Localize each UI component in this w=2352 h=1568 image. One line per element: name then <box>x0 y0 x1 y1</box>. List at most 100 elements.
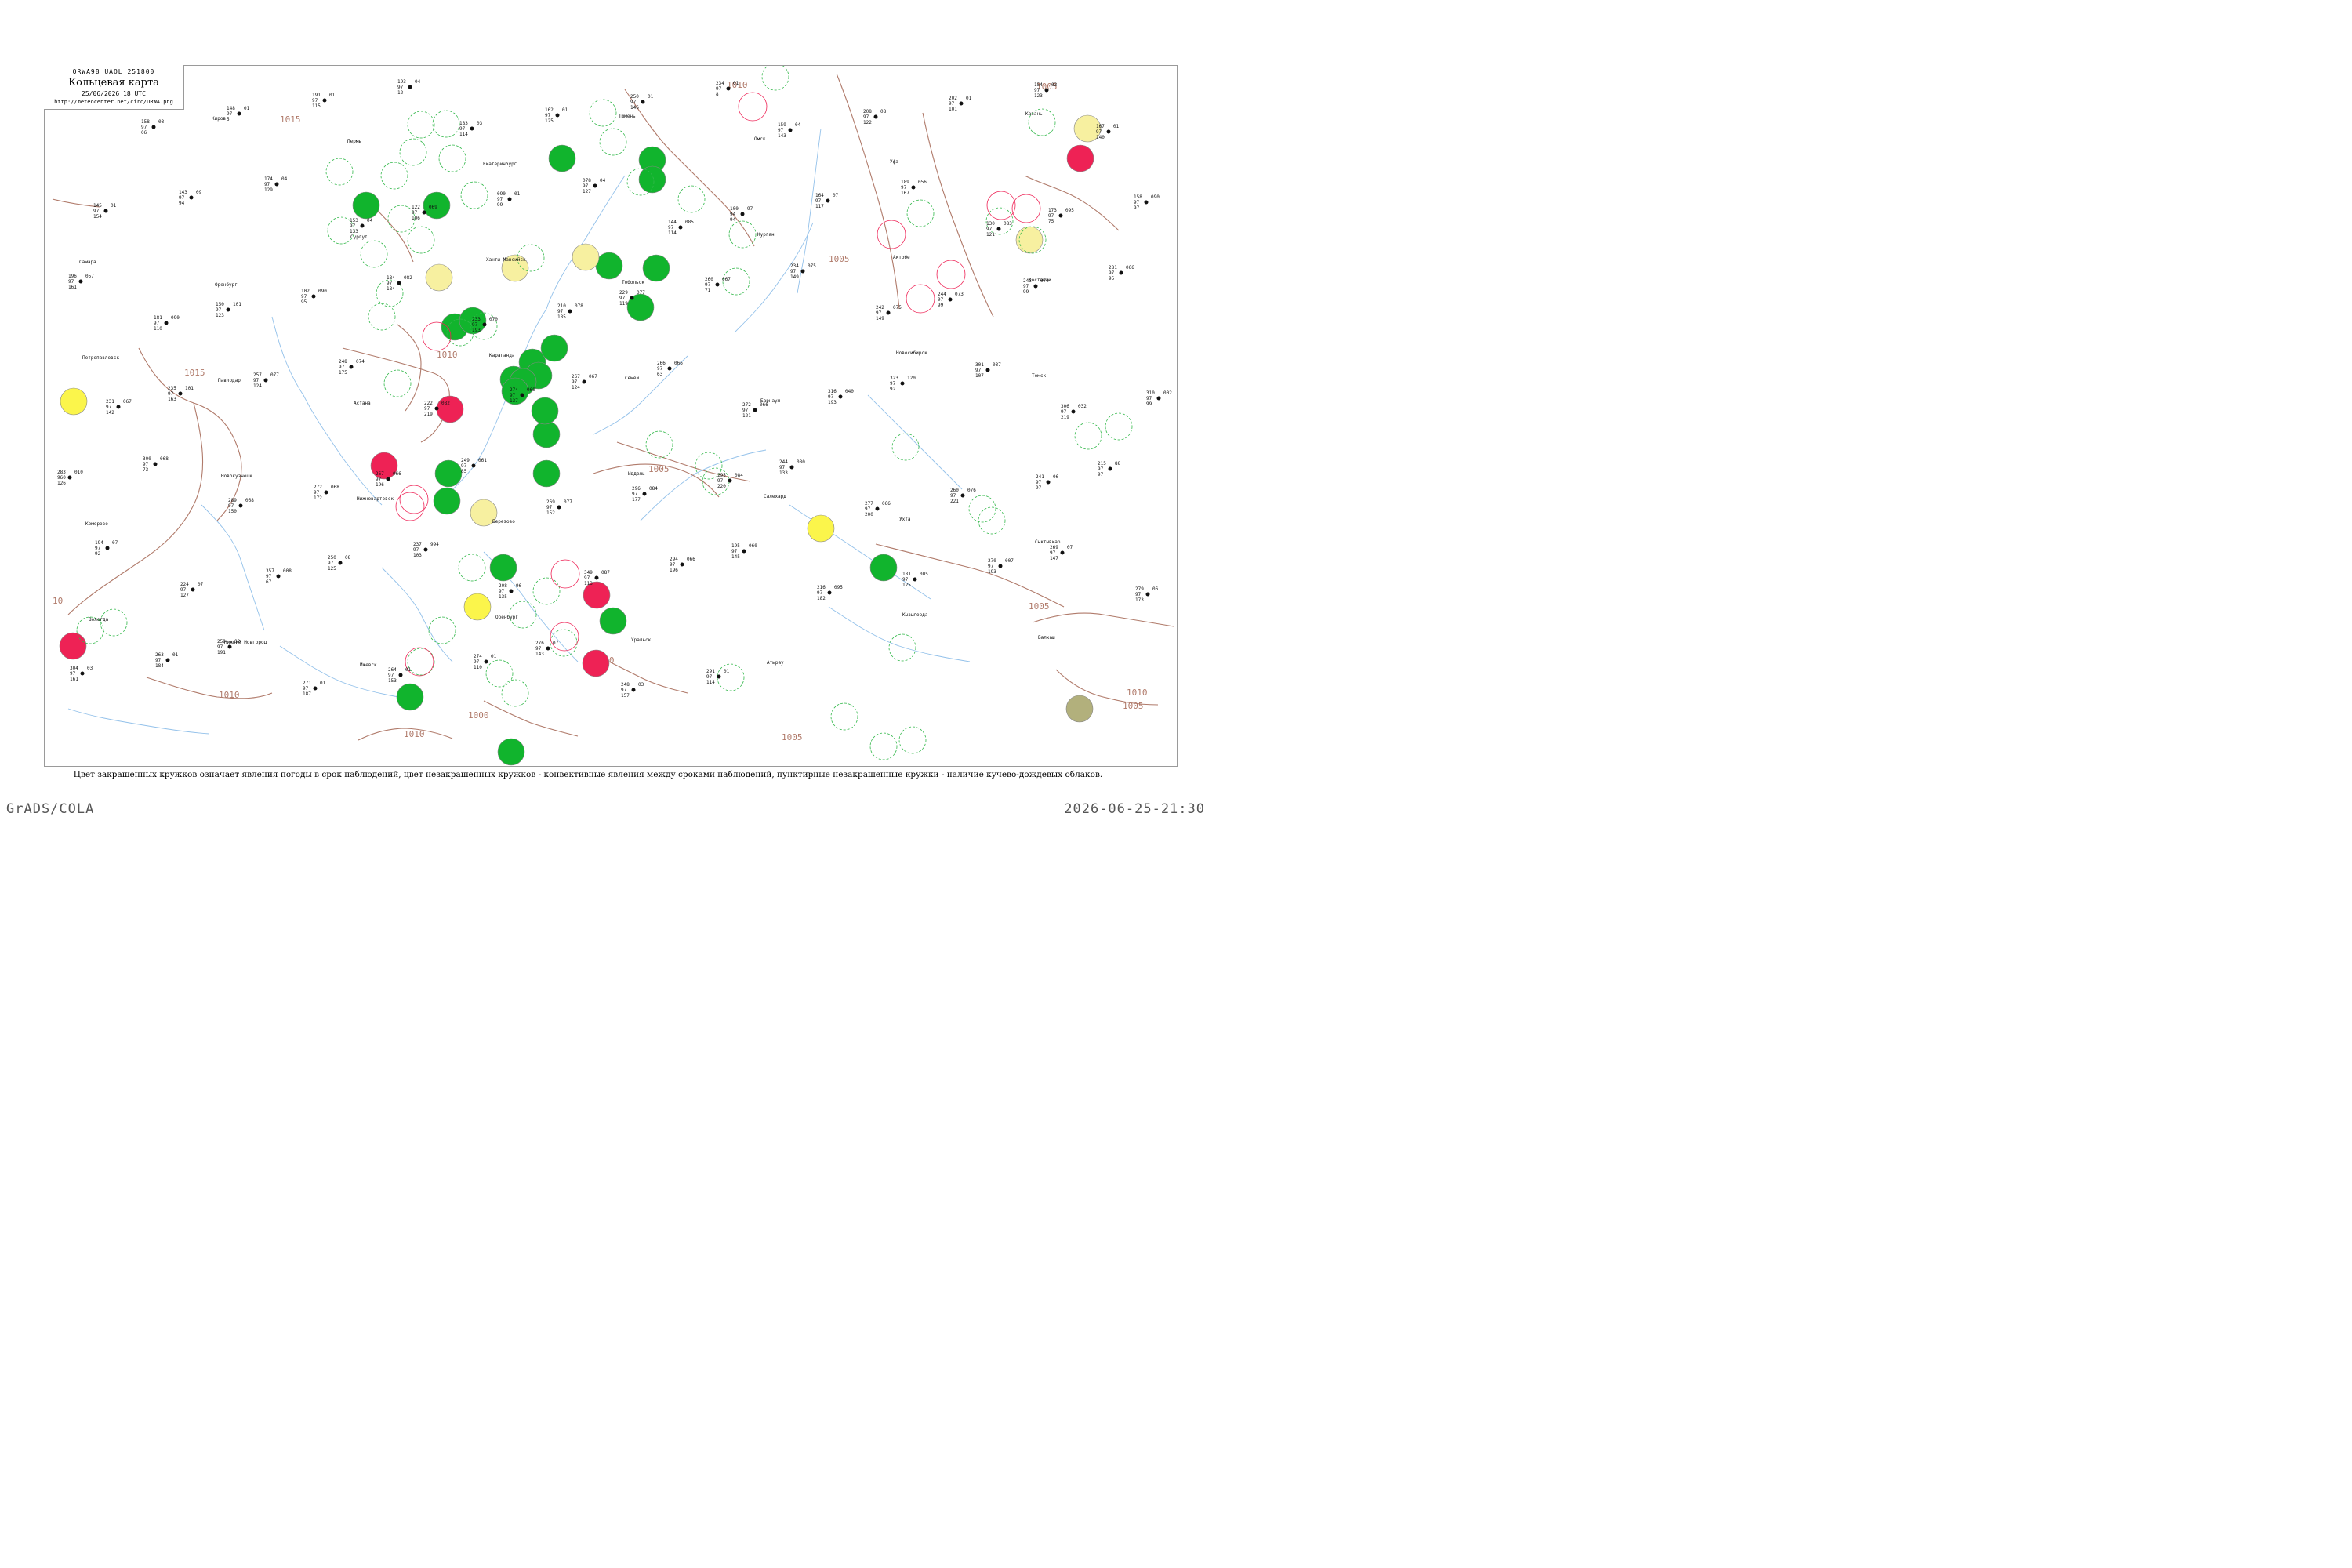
place-label: Семей <box>625 376 639 381</box>
station-pressure: 066 <box>393 471 401 477</box>
station-value: 97 <box>499 589 505 594</box>
station-value: 224 <box>180 582 189 587</box>
cb-cloud-ring <box>589 99 617 127</box>
station-pressure: 01 <box>329 93 336 98</box>
cloud-cover-icon <box>1145 592 1150 597</box>
station-pressure: 101 <box>233 302 241 307</box>
station-value: 97 <box>1134 205 1140 211</box>
station-value: 196 <box>670 568 678 573</box>
weather-circle-green <box>599 607 627 635</box>
weather-circle-green <box>434 459 463 488</box>
station-value: 122 <box>412 205 420 210</box>
cloud-cover-icon <box>434 406 439 411</box>
cloud-cover-icon <box>900 381 905 386</box>
map-area: 1015101510101010100510051005101010051010… <box>44 65 1178 767</box>
weather-circle-green <box>638 165 666 194</box>
cloud-cover-icon <box>423 547 428 552</box>
station-pressure: 066 <box>1126 265 1134 270</box>
station-plot: 078 04 97127 <box>583 178 606 194</box>
cloud-cover-icon <box>678 225 683 230</box>
place-label: Салехард <box>764 494 786 499</box>
station-pressure: 095 <box>1065 208 1074 213</box>
place-label: Ивдель <box>628 471 645 477</box>
station-value: 260 <box>705 277 713 282</box>
station-value: 150 <box>228 509 237 514</box>
station-value: 114 <box>459 132 468 137</box>
station-value: 97 <box>1023 284 1029 289</box>
station-value: 310 <box>1146 390 1155 396</box>
station-value: 97 <box>632 492 638 497</box>
isobar-label: 1005 <box>648 464 670 474</box>
station-value: 12 <box>397 90 404 96</box>
station-pressure: 083 <box>1004 221 1012 227</box>
station-plot: 241 06 9797 <box>1036 474 1059 491</box>
place-label: Караганда <box>489 353 515 358</box>
cloud-cover-icon <box>800 269 805 274</box>
station-plot: 263 01 97184 <box>155 652 179 669</box>
isobar-label: 1015 <box>184 368 205 378</box>
place-label: Вологда <box>89 617 109 622</box>
station-plot: 210 078 97185 <box>557 303 583 320</box>
station-value: 323 <box>890 376 898 381</box>
place-label: Нижневартовск <box>357 496 394 502</box>
station-value: 97 <box>890 381 896 387</box>
station-pressure: 04 <box>600 178 606 183</box>
station-value: 271 <box>303 681 311 686</box>
cb-cloud-ring <box>599 128 627 156</box>
station-pressure: 082 <box>441 401 450 406</box>
station-pressure: 007 <box>1005 558 1014 564</box>
station-value: 97 <box>938 297 944 303</box>
cb-cloud-ring <box>325 158 354 186</box>
station-value: 99 <box>1146 401 1152 407</box>
station-plot: 260 076 97221 <box>950 488 976 504</box>
station-value: 274 <box>510 387 518 393</box>
station-value: 97 <box>815 198 822 204</box>
cloud-cover-icon <box>1071 409 1076 414</box>
place-label: Павлодар <box>218 378 241 383</box>
station-value: 97 <box>424 406 430 412</box>
station-pressure: 069 <box>527 387 535 393</box>
station-value: 200 <box>865 512 873 517</box>
cloud-cover-icon <box>960 493 965 498</box>
weather-circle-yellow <box>463 593 492 621</box>
station-value: 71 <box>705 288 711 293</box>
station-pressure: 01 <box>514 191 521 197</box>
cloud-cover-icon <box>165 658 170 662</box>
station-value: 103 <box>413 553 422 558</box>
station-value: 149 <box>876 316 884 321</box>
station-pressure: 067 <box>123 399 132 405</box>
cb-cloud-ring <box>645 430 673 459</box>
cb-cloud-ring <box>100 608 128 637</box>
place-label: Омск <box>754 136 766 142</box>
station-pressure: 040 <box>845 389 854 394</box>
station-value: 279 <box>1135 586 1144 592</box>
station-value: 143 <box>179 190 187 195</box>
place-label: Самара <box>79 260 96 265</box>
map-url[interactable]: http://meteocenter.net/circ/URWA.png <box>44 99 183 105</box>
bulletin-code: QRWA98 UAOL 251800 <box>72 68 155 75</box>
station-plot: 194 07 9792 <box>95 540 118 557</box>
cloud-cover-icon <box>753 408 757 412</box>
station-value: 257 <box>253 372 262 378</box>
station-value: 97 <box>557 309 564 314</box>
station-value: 167 <box>1096 124 1105 129</box>
station-pressure: 066 <box>687 557 695 562</box>
isobar-label: 1010 <box>219 690 240 700</box>
place-label: Барнаул <box>760 398 781 404</box>
station-value: 244 <box>779 459 788 465</box>
station-value: 145 <box>731 554 740 560</box>
station-value: 94 <box>730 212 736 217</box>
station-value: 97 <box>70 671 76 677</box>
station-value: 229 <box>619 290 628 296</box>
station-value: 97 <box>266 574 272 579</box>
station-value: 221 <box>950 499 959 504</box>
station-value: 97 <box>253 378 260 383</box>
station-value: 191 <box>312 93 321 98</box>
place-label: Ханты-Мансийск <box>486 257 526 263</box>
station-value: 173 <box>1048 208 1057 213</box>
cloud-cover-icon <box>788 128 793 132</box>
cloud-cover-icon <box>998 564 1003 568</box>
station-value: 260 <box>950 488 959 493</box>
station-plot: 291 01 97114 <box>706 669 730 685</box>
station-value: 195 <box>731 543 740 549</box>
